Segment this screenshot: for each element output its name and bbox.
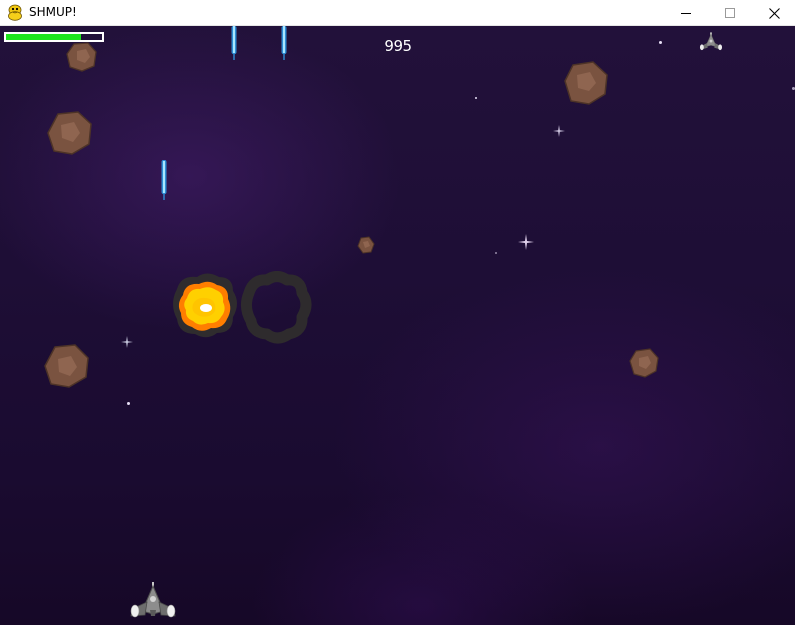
game-window: SHMUP! 995 <box>0 0 795 625</box>
asteroid <box>47 111 92 155</box>
asteroid <box>629 348 659 378</box>
minimize-icon <box>681 13 691 14</box>
python-snake-icon <box>8 4 22 21</box>
star <box>659 41 662 44</box>
fireball <box>173 273 237 338</box>
asteroid <box>44 344 89 388</box>
smoke-ring <box>240 271 312 344</box>
asteroid <box>357 236 375 254</box>
explosion <box>173 271 312 344</box>
close-icon <box>768 7 780 19</box>
star <box>127 402 130 405</box>
asteroid <box>564 61 608 105</box>
maximize-icon <box>725 8 735 18</box>
title-bar[interactable]: SHMUP! <box>0 0 795 26</box>
asteroid <box>66 42 97 72</box>
sparkle-star <box>553 125 565 137</box>
player-ship-icon <box>699 32 723 51</box>
game-canvas[interactable]: 995 <box>0 26 795 625</box>
window-title: SHMUP! <box>29 5 77 19</box>
sparkle-star <box>518 234 534 250</box>
laser-bolt <box>161 160 167 200</box>
minimize-button[interactable] <box>663 0 709 26</box>
laser-bolt <box>231 26 237 60</box>
health-bar <box>4 32 104 42</box>
star <box>475 97 477 99</box>
close-button[interactable] <box>751 0 795 26</box>
player-ship[interactable] <box>128 582 178 620</box>
maximize-button[interactable] <box>707 0 753 26</box>
star <box>495 252 497 254</box>
sparkle-star <box>121 336 133 348</box>
score-display: 995 <box>384 37 412 55</box>
health-bar-fill <box>6 34 81 40</box>
laser-bolt <box>281 26 287 60</box>
